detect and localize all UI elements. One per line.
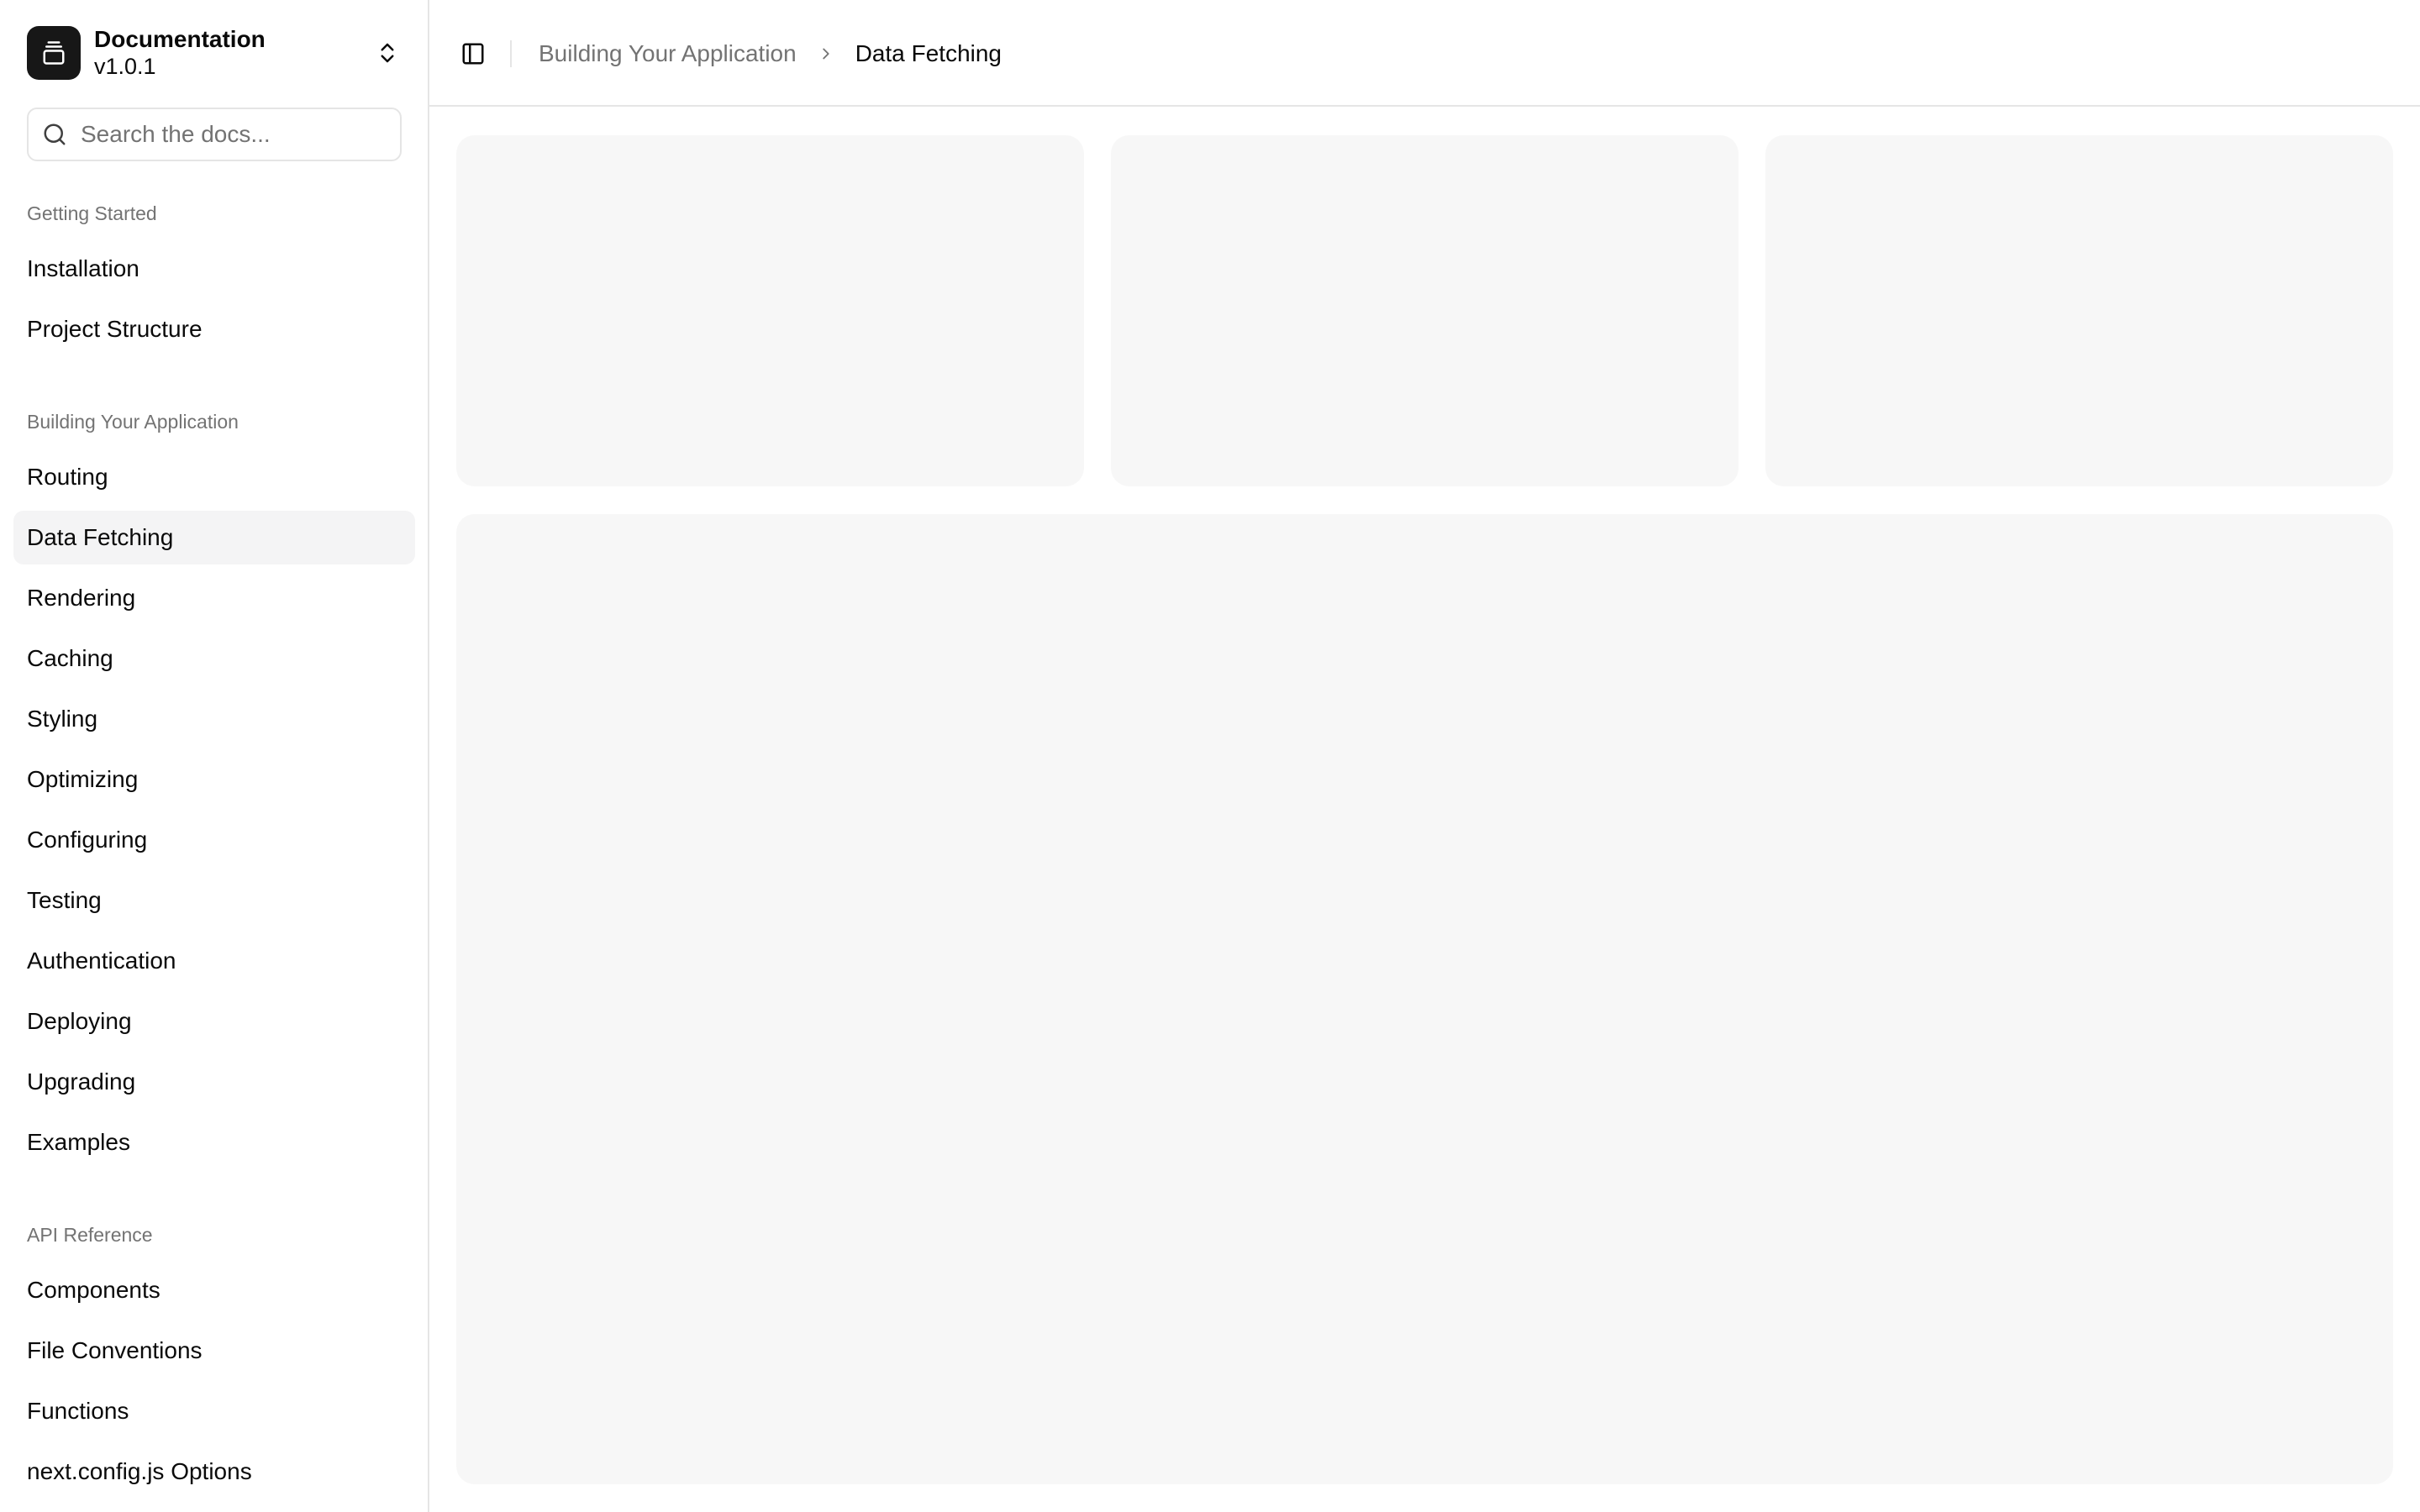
sidebar-item-caching[interactable]: Caching	[13, 632, 415, 685]
sidebar-item-examples[interactable]: Examples	[13, 1116, 415, 1169]
sidebar-item-label: Deploying	[27, 1008, 132, 1034]
sidebar-item-label: Optimizing	[27, 766, 139, 792]
sidebar-item-testing[interactable]: Testing	[13, 874, 415, 927]
sidebar-item-functions[interactable]: Functions	[13, 1384, 415, 1438]
sidebar-item-components[interactable]: Components	[13, 1263, 415, 1317]
sidebar-item-routing[interactable]: Routing	[13, 450, 415, 504]
sidebar-item-styling[interactable]: Styling	[13, 692, 415, 746]
team-logo	[27, 26, 81, 80]
sidebar-item-label: next.config.js Options	[27, 1458, 252, 1484]
sidebar-item-label: Routing	[27, 464, 108, 490]
header-divider	[510, 40, 512, 67]
skeleton-card-3	[1765, 135, 2393, 486]
sidebar-item-label: Authentication	[27, 948, 176, 974]
sidebar-item-label: Data Fetching	[27, 524, 174, 550]
sidebar-item-file-conventions[interactable]: File Conventions	[13, 1324, 415, 1378]
sidebar-item-label: Caching	[27, 645, 113, 671]
search-box	[27, 108, 402, 161]
chevrons-up-down-icon	[381, 43, 394, 63]
skeleton-main-panel	[456, 514, 2393, 1484]
top-header: Building Your Application Data Fetching	[429, 0, 2420, 107]
search-icon	[44, 123, 66, 145]
breadcrumb-separator	[817, 45, 835, 63]
breadcrumb-current-page: Data Fetching	[855, 39, 1002, 66]
sidebar-item-next-config-options[interactable]: next.config.js Options	[13, 1445, 415, 1499]
panel-left-icon	[462, 43, 484, 65]
breadcrumb: Building Your Application Data Fetching	[539, 0, 1002, 107]
team-version: v1.0.1	[94, 53, 156, 79]
nav-group-label-api-reference: API Reference	[27, 1224, 153, 1246]
team-switcher[interactable]: Documentation v1.0.1	[27, 25, 405, 81]
sidebar-item-label: Styling	[27, 706, 98, 732]
sidebar-item-installation[interactable]: Installation	[13, 242, 415, 296]
team-name: Documentation	[94, 26, 266, 53]
sidebar-item-configuring[interactable]: Configuring	[13, 813, 415, 867]
search-input[interactable]	[81, 121, 383, 148]
sidebar-item-rendering[interactable]: Rendering	[13, 571, 415, 625]
sidebar-item-optimizing[interactable]: Optimizing	[13, 753, 415, 806]
sidebar-item-data-fetching[interactable]: Data Fetching	[13, 511, 415, 564]
sidebar-item-authentication[interactable]: Authentication	[13, 934, 415, 988]
sidebar-item-label: Project Structure	[27, 316, 203, 342]
sidebar-item-deploying[interactable]: Deploying	[13, 995, 415, 1048]
sidebar-item-label: Components	[27, 1277, 160, 1303]
sidebar-item-label: Testing	[27, 887, 102, 913]
sidebar-item-label: Rendering	[27, 585, 136, 611]
sidebar-item-upgrading[interactable]: Upgrading	[13, 1055, 415, 1109]
skeleton-card-1	[456, 135, 1084, 486]
sidebar-item-label: File Conventions	[27, 1337, 203, 1363]
sidebar-item-label: Upgrading	[27, 1068, 136, 1095]
sidebar-toggle-button[interactable]	[456, 37, 490, 71]
sidebar: Documentation v1.0.1 Getting Started Ins…	[0, 0, 429, 1512]
main-content: Building Your Application Data Fetching	[429, 0, 2420, 1512]
sidebar-item-project-structure[interactable]: Project Structure	[13, 302, 415, 356]
chevron-right-icon	[823, 48, 829, 59]
app-shell: Documentation v1.0.1 Getting Started Ins…	[0, 0, 2420, 1512]
sidebar-item-label: Functions	[27, 1398, 129, 1424]
team-text: Documentation v1.0.1	[94, 26, 266, 79]
nav-group-label-building: Building Your Application	[27, 411, 239, 433]
gallery-vertical-end-icon	[43, 41, 65, 65]
nav-group-label-getting-started: Getting Started	[27, 202, 157, 224]
sidebar-item-label: Installation	[27, 255, 139, 281]
sidebar-item-label: Examples	[27, 1129, 130, 1155]
skeleton-card-2	[1111, 135, 1739, 486]
sidebar-item-label: Configuring	[27, 827, 148, 853]
breadcrumb-link-building[interactable]: Building Your Application	[539, 40, 797, 67]
